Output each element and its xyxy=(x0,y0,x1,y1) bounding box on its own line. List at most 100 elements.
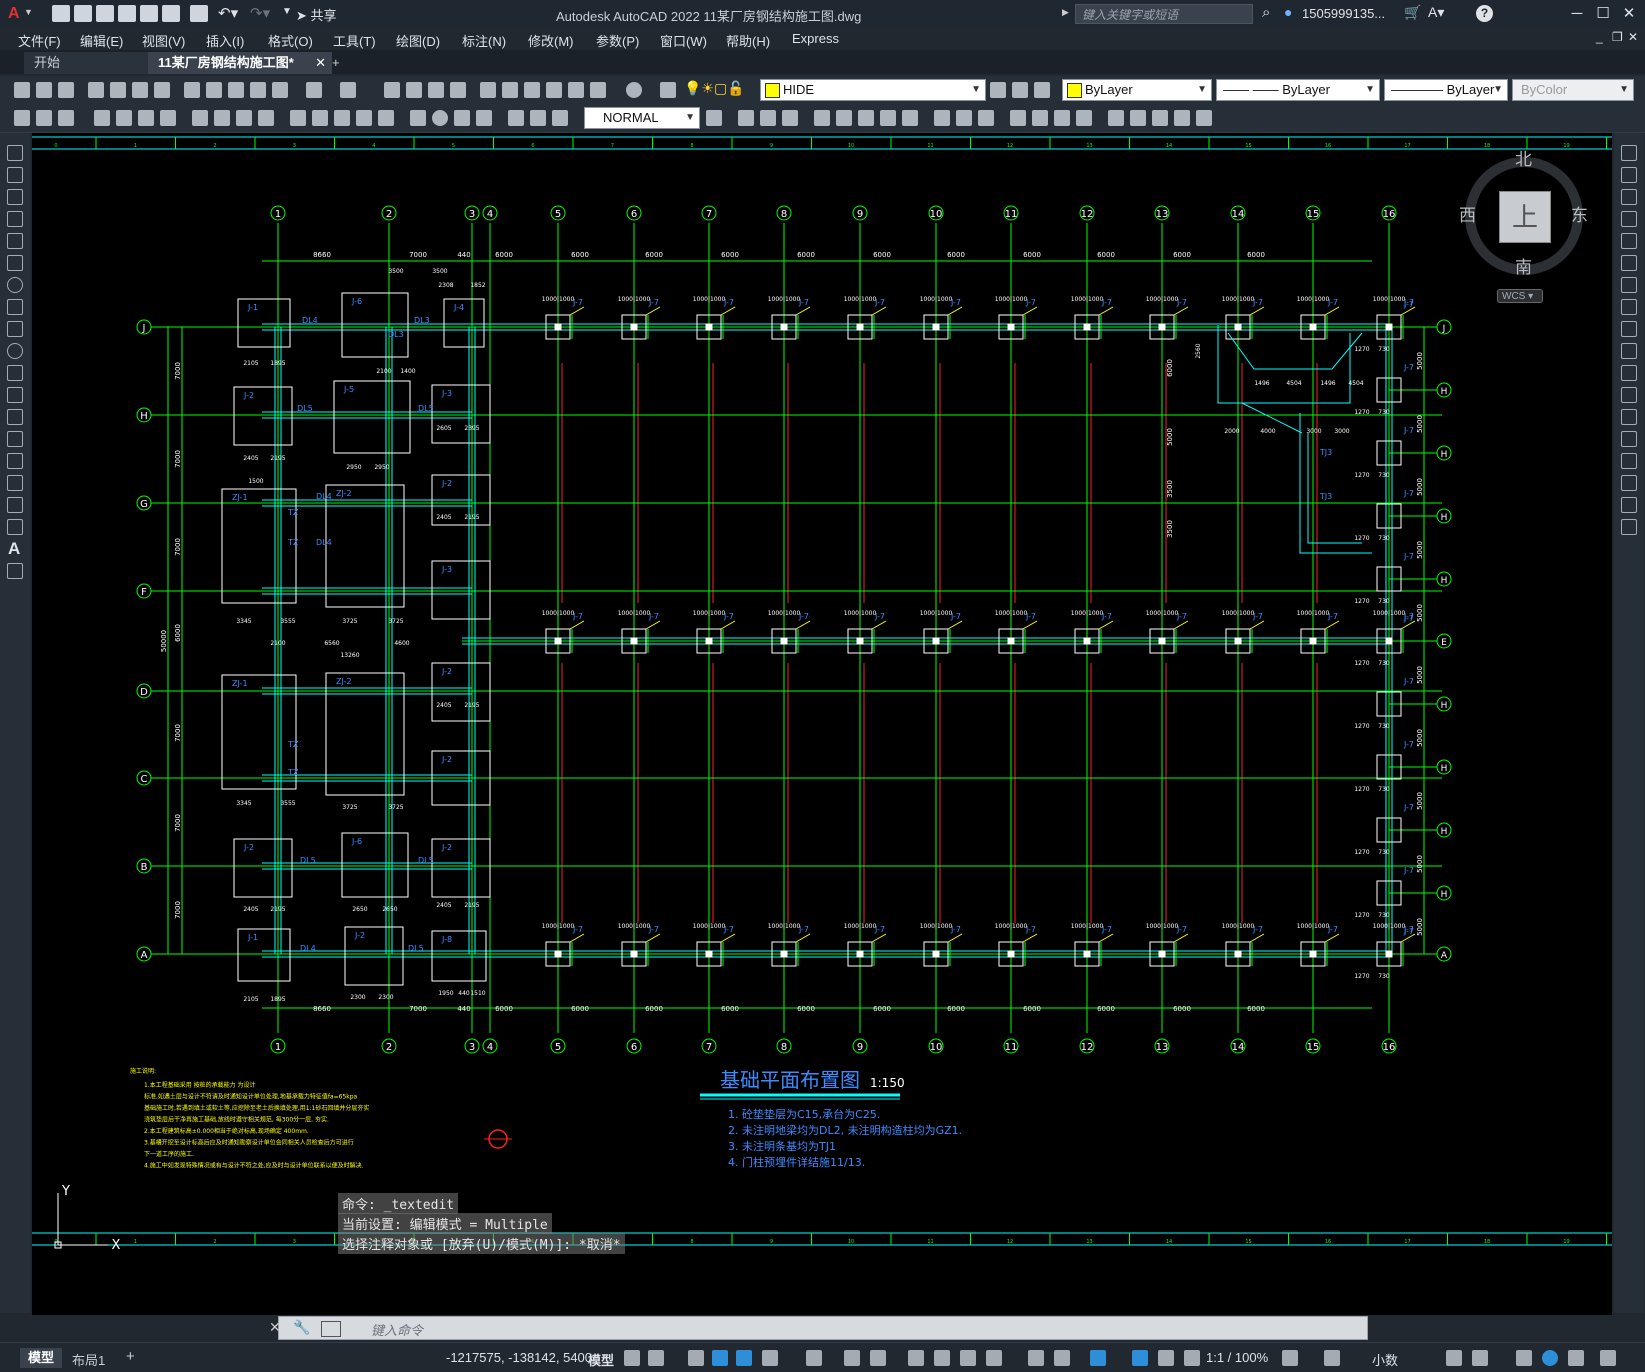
view-10-icon[interactable] xyxy=(956,110,972,126)
render-2-icon[interactable] xyxy=(1032,110,1048,126)
tolerance-icon[interactable] xyxy=(410,110,426,126)
minimize-icon[interactable]: ─ xyxy=(1564,4,1590,24)
menu-edit[interactable]: 编辑(E) xyxy=(80,31,123,50)
view-1-icon[interactable] xyxy=(738,110,754,126)
object-snap-icon[interactable] xyxy=(870,1350,886,1366)
layer-previous-icon[interactable] xyxy=(1012,82,1028,98)
search-icon[interactable]: ⌕ xyxy=(1262,4,1270,21)
tool-palettes-icon[interactable] xyxy=(524,82,540,98)
quick-dim-icon[interactable] xyxy=(290,110,306,126)
menu-format[interactable]: 格式(O) xyxy=(268,31,313,50)
sheet-set-icon[interactable] xyxy=(546,82,562,98)
customization-icon[interactable] xyxy=(1600,1350,1616,1366)
revcloud-icon[interactable] xyxy=(7,299,23,315)
command-input[interactable]: 键入命令 xyxy=(371,1320,423,1339)
open-web-icon[interactable] xyxy=(140,5,158,22)
point-icon[interactable] xyxy=(7,431,23,447)
ellipse-arc-icon[interactable] xyxy=(7,365,23,381)
continue-dim-icon[interactable] xyxy=(334,110,350,126)
dim-break-icon[interactable] xyxy=(378,110,394,126)
menu-help[interactable]: 帮助(H) xyxy=(726,31,770,50)
plot-icon[interactable] xyxy=(88,82,104,98)
plot-icon[interactable] xyxy=(190,5,208,22)
hatch-icon[interactable] xyxy=(7,453,23,469)
chamfer-icon[interactable] xyxy=(1621,453,1637,469)
diameter-dim-icon[interactable] xyxy=(236,110,252,126)
maximize-icon[interactable]: ☐ xyxy=(1590,4,1616,24)
annotation-scale-icon[interactable] xyxy=(1184,1350,1200,1366)
tab-layout1[interactable]: 布局1 xyxy=(72,1350,105,1369)
layer-dropdown[interactable]: HIDE ▼ xyxy=(760,79,986,101)
doc-close-icon[interactable]: ✕ xyxy=(1628,30,1638,44)
customize-icon[interactable]: ▼ xyxy=(282,6,292,17)
mirror-icon[interactable] xyxy=(1621,189,1637,205)
tool-1-icon[interactable] xyxy=(14,110,30,126)
markup-icon[interactable] xyxy=(568,82,584,98)
copy-icon[interactable] xyxy=(206,82,222,98)
ucs-5-icon[interactable] xyxy=(1196,110,1212,126)
dynamic-input-icon[interactable] xyxy=(712,1350,728,1366)
app-menu-chevron-icon[interactable]: ▼ xyxy=(24,7,33,17)
search-input[interactable]: 键入关键字或短语 xyxy=(1075,4,1253,24)
view-7-icon[interactable] xyxy=(880,110,896,126)
inspection-icon[interactable] xyxy=(454,110,470,126)
design-center-icon[interactable] xyxy=(502,82,518,98)
dim-edit-icon[interactable] xyxy=(508,110,524,126)
tab-model[interactable]: 模型 xyxy=(20,1348,62,1368)
object-snap-tracking-icon[interactable] xyxy=(844,1350,860,1366)
help-icon[interactable] xyxy=(626,82,642,98)
new-icon[interactable] xyxy=(14,82,30,98)
block-editor-icon[interactable] xyxy=(272,82,288,98)
offset-icon[interactable] xyxy=(1621,211,1637,227)
scale-icon[interactable] xyxy=(1621,299,1637,315)
arc-length-icon[interactable] xyxy=(138,110,154,126)
quick-properties-icon[interactable] xyxy=(1446,1350,1462,1366)
compass-west[interactable]: 西 xyxy=(1459,201,1476,226)
command-close-icon[interactable]: ✕ xyxy=(269,1319,281,1336)
dimstyle-icon[interactable] xyxy=(706,110,722,126)
lineweight-icon[interactable] xyxy=(908,1350,924,1366)
autocad-logo-icon[interactable]: A xyxy=(8,5,20,23)
ucs-1-icon[interactable] xyxy=(1108,110,1124,126)
break-at-point-icon[interactable] xyxy=(1621,387,1637,403)
make-current-layer-icon[interactable] xyxy=(990,82,1006,98)
render-1-icon[interactable] xyxy=(1010,110,1026,126)
ordinate-dim-icon[interactable] xyxy=(160,110,176,126)
viewcube[interactable]: 上 北 南 西 东 WCS ▾ xyxy=(1459,145,1595,325)
make-block-icon[interactable] xyxy=(7,409,23,425)
lineweight-dropdown[interactable]: ———— ByLayer ▼ xyxy=(1384,79,1508,101)
stretch-icon[interactable] xyxy=(1621,321,1637,337)
spline-icon[interactable] xyxy=(7,321,23,337)
aligned-dim-icon[interactable] xyxy=(116,110,132,126)
workspace-icon[interactable] xyxy=(1282,1350,1298,1366)
baseline-dim-icon[interactable] xyxy=(312,110,328,126)
model-space-button[interactable]: 模型 xyxy=(588,1350,614,1369)
jogged-dim-icon[interactable] xyxy=(214,110,230,126)
line-icon[interactable] xyxy=(7,145,23,161)
coordinates[interactable]: -1217575, -138142, 5400 xyxy=(446,1350,592,1365)
arc-icon[interactable] xyxy=(7,255,23,271)
menu-file[interactable]: 文件(F) xyxy=(18,31,61,50)
paste-icon[interactable] xyxy=(228,82,244,98)
web-icon[interactable] xyxy=(154,82,170,98)
angular-dim-icon[interactable] xyxy=(258,110,274,126)
share-button[interactable]: ➤ 共享 xyxy=(296,5,337,24)
layer-state-icons[interactable]: 💡☀▢🔓 xyxy=(684,80,745,97)
close-icon[interactable]: ✕ xyxy=(1616,4,1642,24)
save-icon[interactable] xyxy=(58,82,74,98)
help-icon[interactable]: ? xyxy=(1476,5,1493,22)
add-selected-icon[interactable] xyxy=(7,563,23,579)
wcs-dropdown[interactable]: WCS ▾ xyxy=(1497,289,1543,303)
center-mark-icon[interactable] xyxy=(432,110,448,126)
compass-east[interactable]: 东 xyxy=(1571,201,1588,226)
command-line[interactable]: ✕ 🔧 键入命令 xyxy=(269,1316,1368,1340)
render-4-icon[interactable] xyxy=(1076,110,1092,126)
view-8-icon[interactable] xyxy=(902,110,918,126)
store-icon[interactable]: 🛒 xyxy=(1404,4,1421,21)
command-recent-icon[interactable] xyxy=(321,1321,341,1337)
plotstyle-dropdown[interactable]: ByColor ▼ xyxy=(1512,79,1634,101)
view-3-icon[interactable] xyxy=(782,110,798,126)
jogged-linear-icon[interactable] xyxy=(476,110,492,126)
render-3-icon[interactable] xyxy=(1054,110,1070,126)
mtext-icon[interactable]: A xyxy=(8,539,20,559)
